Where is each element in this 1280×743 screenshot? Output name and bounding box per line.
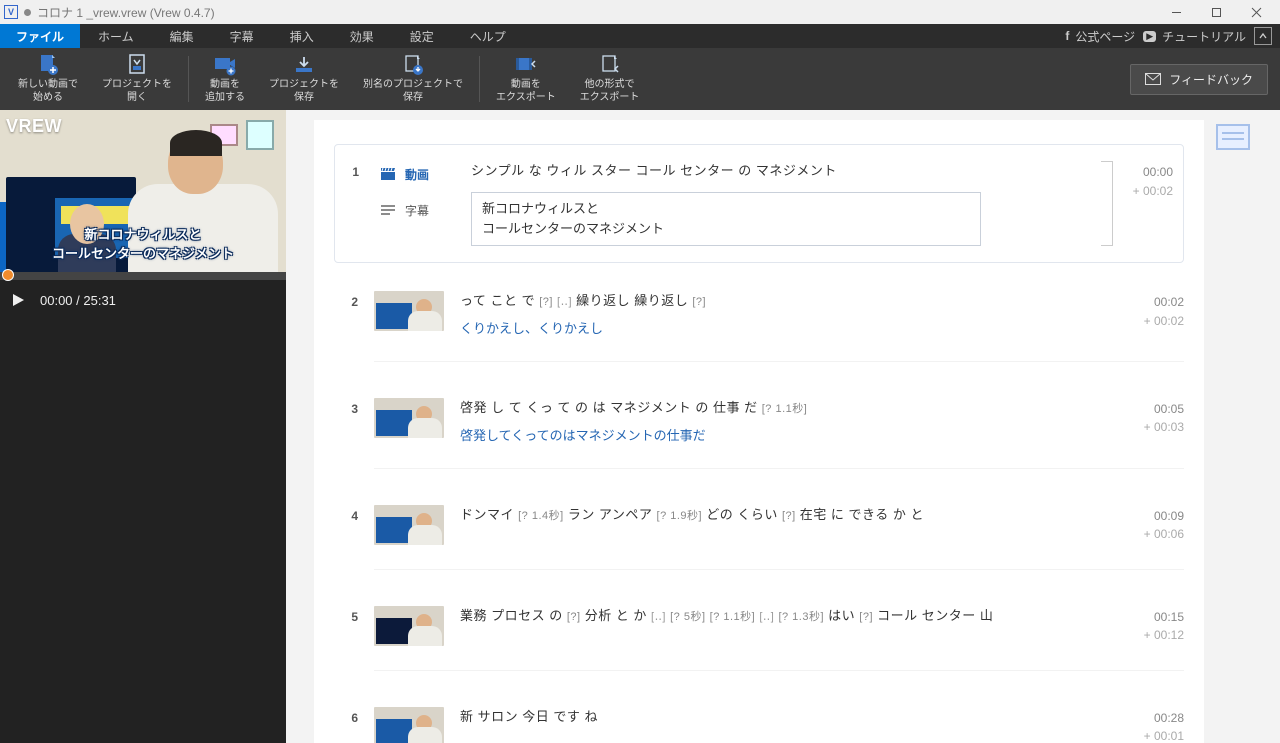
clip-row[interactable]: 5 業務 プロセス の [?] 分析 と か [‥] [? 5秒] [? 1.1秒… <box>334 600 1184 664</box>
official-page-link[interactable]: f 公式ページ <box>1065 28 1135 45</box>
feedback-button[interactable]: フィードバック <box>1130 64 1268 95</box>
minimap-page <box>1216 124 1250 150</box>
toolbar-button-0[interactable]: 新しい動画で始める <box>6 48 90 110</box>
subtitle-track-label: 字幕 <box>405 202 429 219</box>
window-maximize-button[interactable] <box>1196 0 1236 24</box>
official-page-label: 公式ページ <box>1075 28 1135 45</box>
toolbar-button-2[interactable]: 動画を追加する <box>193 48 257 110</box>
youtube-icon: ▶ <box>1143 31 1156 42</box>
playhead[interactable] <box>2 269 14 281</box>
window-title: コロナ 1 _vrew.vrew (Vrew 0.4.7) <box>37 4 1156 21</box>
toolbar-icon <box>402 54 424 76</box>
toolbar: 新しい動画で始めるプロジェクトを開く動画を追加するプロジェクトを保存別名のプロジ… <box>0 48 1280 110</box>
tutorial-link[interactable]: ▶ チュートリアル <box>1143 28 1246 45</box>
clip-number: 4 <box>334 505 358 545</box>
menu-item-0[interactable]: ファイル <box>0 24 80 48</box>
toolbar-button-5[interactable]: 動画をエクスポート <box>484 48 568 110</box>
clip-subtitle[interactable]: くりかえし、くりかえし <box>460 318 1106 337</box>
merge-bracket[interactable] <box>1101 161 1113 246</box>
clip-thumbnail[interactable] <box>374 505 444 545</box>
recognized-words[interactable]: シンプル な ウィル スター コール センター の マネジメント <box>471 161 1095 182</box>
clapperboard-icon <box>381 168 395 180</box>
video-panel: VREW 新コロナウィルスと コールセンターのマネジメント 00:00 / 25… <box>0 110 286 743</box>
menubar: ファイルホーム編集字幕挿入効果設定ヘルプ f 公式ページ ▶ チュートリアル <box>0 24 1280 48</box>
recognized-words[interactable]: 啓発 し て くっ て の は マネジメント の 仕事 だ [? 1.1秒] <box>460 398 1106 419</box>
clip-thumbnail[interactable] <box>374 398 444 438</box>
toolbar-icon <box>214 54 236 76</box>
menu-item-6[interactable]: 設定 <box>392 24 452 48</box>
clip-thumbnail[interactable] <box>374 291 444 331</box>
toolbar-separator <box>188 56 189 102</box>
menu-item-3[interactable]: 字幕 <box>212 24 272 48</box>
tutorial-label: チュートリアル <box>1162 28 1246 45</box>
clip-number: 5 <box>334 606 358 646</box>
timeline[interactable] <box>0 272 286 280</box>
toolbar-separator <box>479 56 480 102</box>
window-minimize-button[interactable] <box>1156 0 1196 24</box>
recognized-words[interactable]: ドンマイ [? 1.4秒] ラン アンペア [? 1.9秒] どの くらい [?… <box>460 505 1106 526</box>
editor-panel: 1 動画 字幕 シンプル な ウィル スター コール センター の マネジメント <box>286 110 1280 743</box>
clip-row[interactable]: 4 ドンマイ [? 1.4秒] ラン アンペア [? 1.9秒] どの くらい [… <box>334 499 1184 563</box>
clip-thumbnail[interactable] <box>374 606 444 646</box>
clip-time: 00:28+ 00:01 <box>1122 707 1184 743</box>
toolbar-icon <box>599 54 621 76</box>
clip-number: 2 <box>334 291 358 337</box>
video-caption: 新コロナウィルスと コールセンターのマネジメント <box>52 226 234 264</box>
minimap[interactable] <box>1212 120 1254 150</box>
clip-row[interactable]: 2 って こと で [?] [‥] 繰り返し 繰り返し [?] くりかえし、くりかえ… <box>334 285 1184 355</box>
toolbar-icon <box>126 54 148 76</box>
clip-row[interactable]: 6 新 サロン 今日 です ね 00:28+ 00:01 <box>334 701 1184 743</box>
clip-number: 6 <box>334 707 358 743</box>
clip-subtitle[interactable]: 啓発してくってのはマネジメントの仕事だ <box>460 425 1106 444</box>
recognized-words[interactable]: 新 サロン 今日 です ね <box>460 707 1106 728</box>
facebook-icon: f <box>1065 29 1069 43</box>
toolbar-icon <box>37 54 59 76</box>
titlebar: V コロナ 1 _vrew.vrew (Vrew 0.4.7) <box>0 0 1280 24</box>
clip-row[interactable]: 1 動画 字幕 シンプル な ウィル スター コール センター の マネジメント <box>334 144 1184 263</box>
playback-time: 00:00 / 25:31 <box>40 293 116 308</box>
unsaved-dot <box>24 9 31 16</box>
clip-time: 00:02+ 00:02 <box>1122 291 1184 337</box>
toolbar-icon <box>515 54 537 76</box>
clip-row[interactable]: 3 啓発 し て くっ て の は マネジメント の 仕事 だ [? 1.1秒] 啓… <box>334 392 1184 462</box>
menu-item-2[interactable]: 編集 <box>152 24 212 48</box>
toolbar-button-1[interactable]: プロジェクトを開く <box>90 48 184 110</box>
toolbar-button-3[interactable]: プロジェクトを保存 <box>257 48 351 110</box>
recognized-words[interactable]: 業務 プロセス の [?] 分析 と か [‥] [? 5秒] [? 1.1秒]… <box>460 606 1106 627</box>
subtitle-lines-icon <box>381 205 395 215</box>
clip-time: 00:05+ 00:03 <box>1122 398 1184 444</box>
recognized-words[interactable]: って こと で [?] [‥] 繰り返し 繰り返し [?] <box>460 291 1106 312</box>
video-preview[interactable]: VREW 新コロナウィルスと コールセンターのマネジメント <box>0 110 286 272</box>
clip-thumbnail[interactable] <box>374 707 444 743</box>
layout-toggle-button[interactable] <box>1254 27 1272 45</box>
video-track-label: 動画 <box>405 166 429 183</box>
mail-icon <box>1145 73 1161 85</box>
menu-item-5[interactable]: 効果 <box>332 24 392 48</box>
clip-number: 3 <box>334 398 358 444</box>
vrew-watermark: VREW <box>6 116 62 137</box>
clip-time: 00:15+ 00:12 <box>1122 606 1184 646</box>
clip-number: 1 <box>335 161 359 246</box>
menu-item-4[interactable]: 挿入 <box>272 24 332 48</box>
subtitle-input[interactable]: 新コロナウィルスと コールセンターのマネジメント <box>471 192 981 246</box>
clip-time: 00:00 + 00:02 <box>1111 161 1173 246</box>
clip-time: 00:09+ 00:06 <box>1122 505 1184 545</box>
toolbar-button-4[interactable]: 別名のプロジェクトで保存 <box>351 48 475 110</box>
clip-list: 1 動画 字幕 シンプル な ウィル スター コール センター の マネジメント <box>314 120 1204 743</box>
app-icon: V <box>4 5 18 19</box>
menu-item-7[interactable]: ヘルプ <box>452 24 524 48</box>
menu-item-1[interactable]: ホーム <box>80 24 152 48</box>
toolbar-button-6[interactable]: 他の形式でエクスポート <box>568 48 652 110</box>
toolbar-icon <box>293 54 315 76</box>
window-close-button[interactable] <box>1236 0 1276 24</box>
feedback-label: フィードバック <box>1169 71 1253 88</box>
play-button[interactable] <box>10 292 26 308</box>
